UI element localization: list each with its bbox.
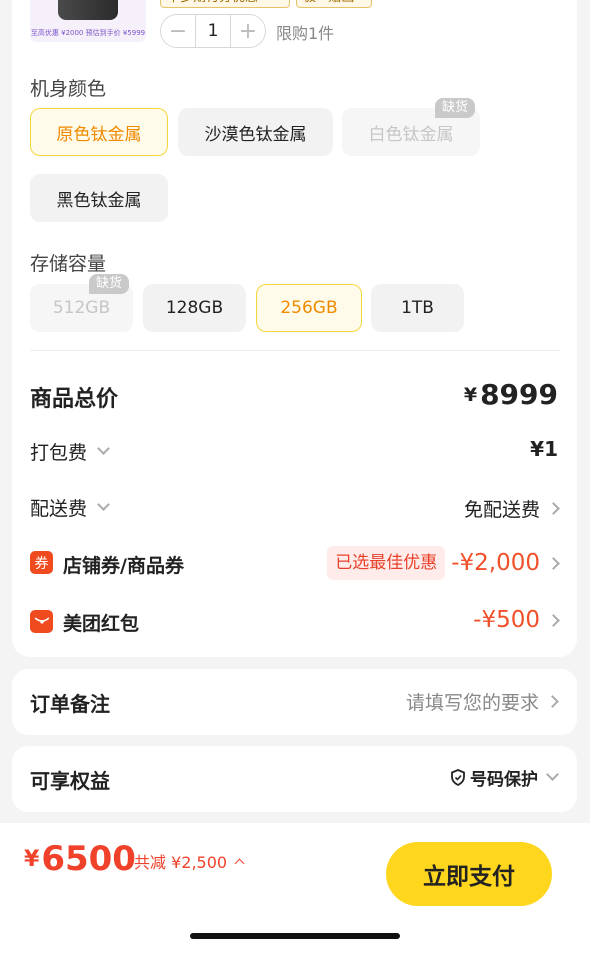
color-option-desert[interactable]: 沙漠色钛金属 [178, 108, 333, 156]
envelope-icon [34, 616, 49, 624]
chevron-right-icon [546, 695, 559, 708]
total-price-value: 8999 [480, 378, 558, 411]
chevron-down-icon [97, 498, 110, 511]
divider [30, 350, 560, 351]
checkout-bar: ¥6500 共减 ¥2,500 立即支付 [0, 823, 590, 953]
savings-toggle[interactable]: 共减 ¥2,500 [134, 849, 245, 873]
benefits-label: 可享权益 [30, 769, 110, 793]
best-offer-badge: 已选最佳优惠 [327, 546, 446, 580]
chevron-down-icon [97, 442, 110, 455]
chevron-right-icon [547, 556, 560, 570]
home-indicator [190, 933, 400, 939]
phone-image [58, 0, 118, 20]
packing-fee-label: 打包费 [30, 442, 88, 464]
coupon-icon: 券 [30, 551, 53, 574]
coupon-discount: -¥2,000 [451, 550, 540, 576]
product-thumbnail[interactable]: 至高优惠 ¥2000 预估到手价 ¥5999 [30, 0, 146, 42]
delivery-fee-label: 配送费 [30, 498, 88, 520]
total-price-label: 商品总价 [30, 387, 119, 412]
color-option-natural[interactable]: 原色钛金属 [30, 108, 168, 156]
coupon-row[interactable]: 已选最佳优惠 -¥2,000 [327, 546, 560, 580]
red-packet-row[interactable]: -¥500 [473, 607, 560, 633]
chevron-right-icon [547, 613, 560, 627]
currency-symbol: ¥ [24, 847, 40, 872]
red-packet-label: 美团红包 [63, 613, 140, 635]
chevron-right-icon [547, 502, 560, 515]
final-price-value: 6500 [41, 839, 136, 879]
currency-symbol: ¥ [463, 383, 478, 406]
order-remarks-card[interactable]: 订单备注 请填写您的要求 [12, 669, 577, 735]
color-section-label: 机身颜色 [30, 78, 107, 100]
red-packet-icon [30, 610, 53, 633]
order-remarks-label: 订单备注 [30, 692, 110, 716]
color-option-black[interactable]: 黑色钛金属 [30, 174, 168, 222]
quantity-stepper: − 1 + [160, 14, 266, 48]
chevron-down-icon [546, 768, 559, 781]
remarks-placeholder: 请填写您的要求 [405, 692, 539, 714]
storage-option-256gb[interactable]: 256GB [256, 284, 362, 332]
installment-tag: 平多期付分优惠 [160, 0, 290, 8]
promo-tag: 极 · 赔画 [296, 0, 372, 8]
pay-now-button[interactable]: 立即支付 [386, 842, 552, 906]
thumbnail-caption: 至高优惠 ¥2000 预估到手价 ¥5999 [30, 29, 146, 37]
storage-section-label: 存储容量 [30, 253, 107, 275]
increase-button[interactable]: + [231, 15, 265, 47]
savings-text: 共减 ¥2,500 [134, 853, 228, 872]
delivery-fee-row[interactable]: 免配送费 [463, 495, 560, 522]
final-price: ¥6500 [24, 839, 136, 879]
storage-option-1tb[interactable]: 1TB [371, 284, 464, 332]
storage-option-128gb[interactable]: 128GB [143, 284, 246, 332]
packing-fee-toggle[interactable]: 打包费 [30, 438, 110, 465]
benefits-card[interactable]: 可享权益 号码保护 [12, 746, 577, 812]
quantity-value[interactable]: 1 [195, 15, 231, 47]
number-protection-text: 号码保护 [470, 770, 538, 790]
purchase-limit: 限购1件 [276, 24, 335, 43]
delivery-fee-value: 免配送费 [463, 499, 540, 521]
coupon-label: 店铺券/商品券 [63, 555, 184, 577]
shield-icon [451, 769, 465, 786]
out-of-stock-badge: 缺货 [89, 274, 130, 294]
order-remarks-placeholder-row[interactable]: 请填写您的要求 [405, 688, 559, 715]
red-packet-discount: -¥500 [473, 607, 540, 633]
chevron-up-icon [234, 858, 245, 869]
benefits-value-row[interactable]: 号码保护 [450, 765, 559, 790]
out-of-stock-badge: 缺货 [435, 98, 476, 118]
packing-fee-value: ¥1 [530, 437, 558, 461]
decrease-button[interactable]: − [161, 15, 195, 47]
total-price: ¥ 8999 [464, 378, 558, 411]
delivery-fee-toggle[interactable]: 配送费 [30, 494, 110, 521]
